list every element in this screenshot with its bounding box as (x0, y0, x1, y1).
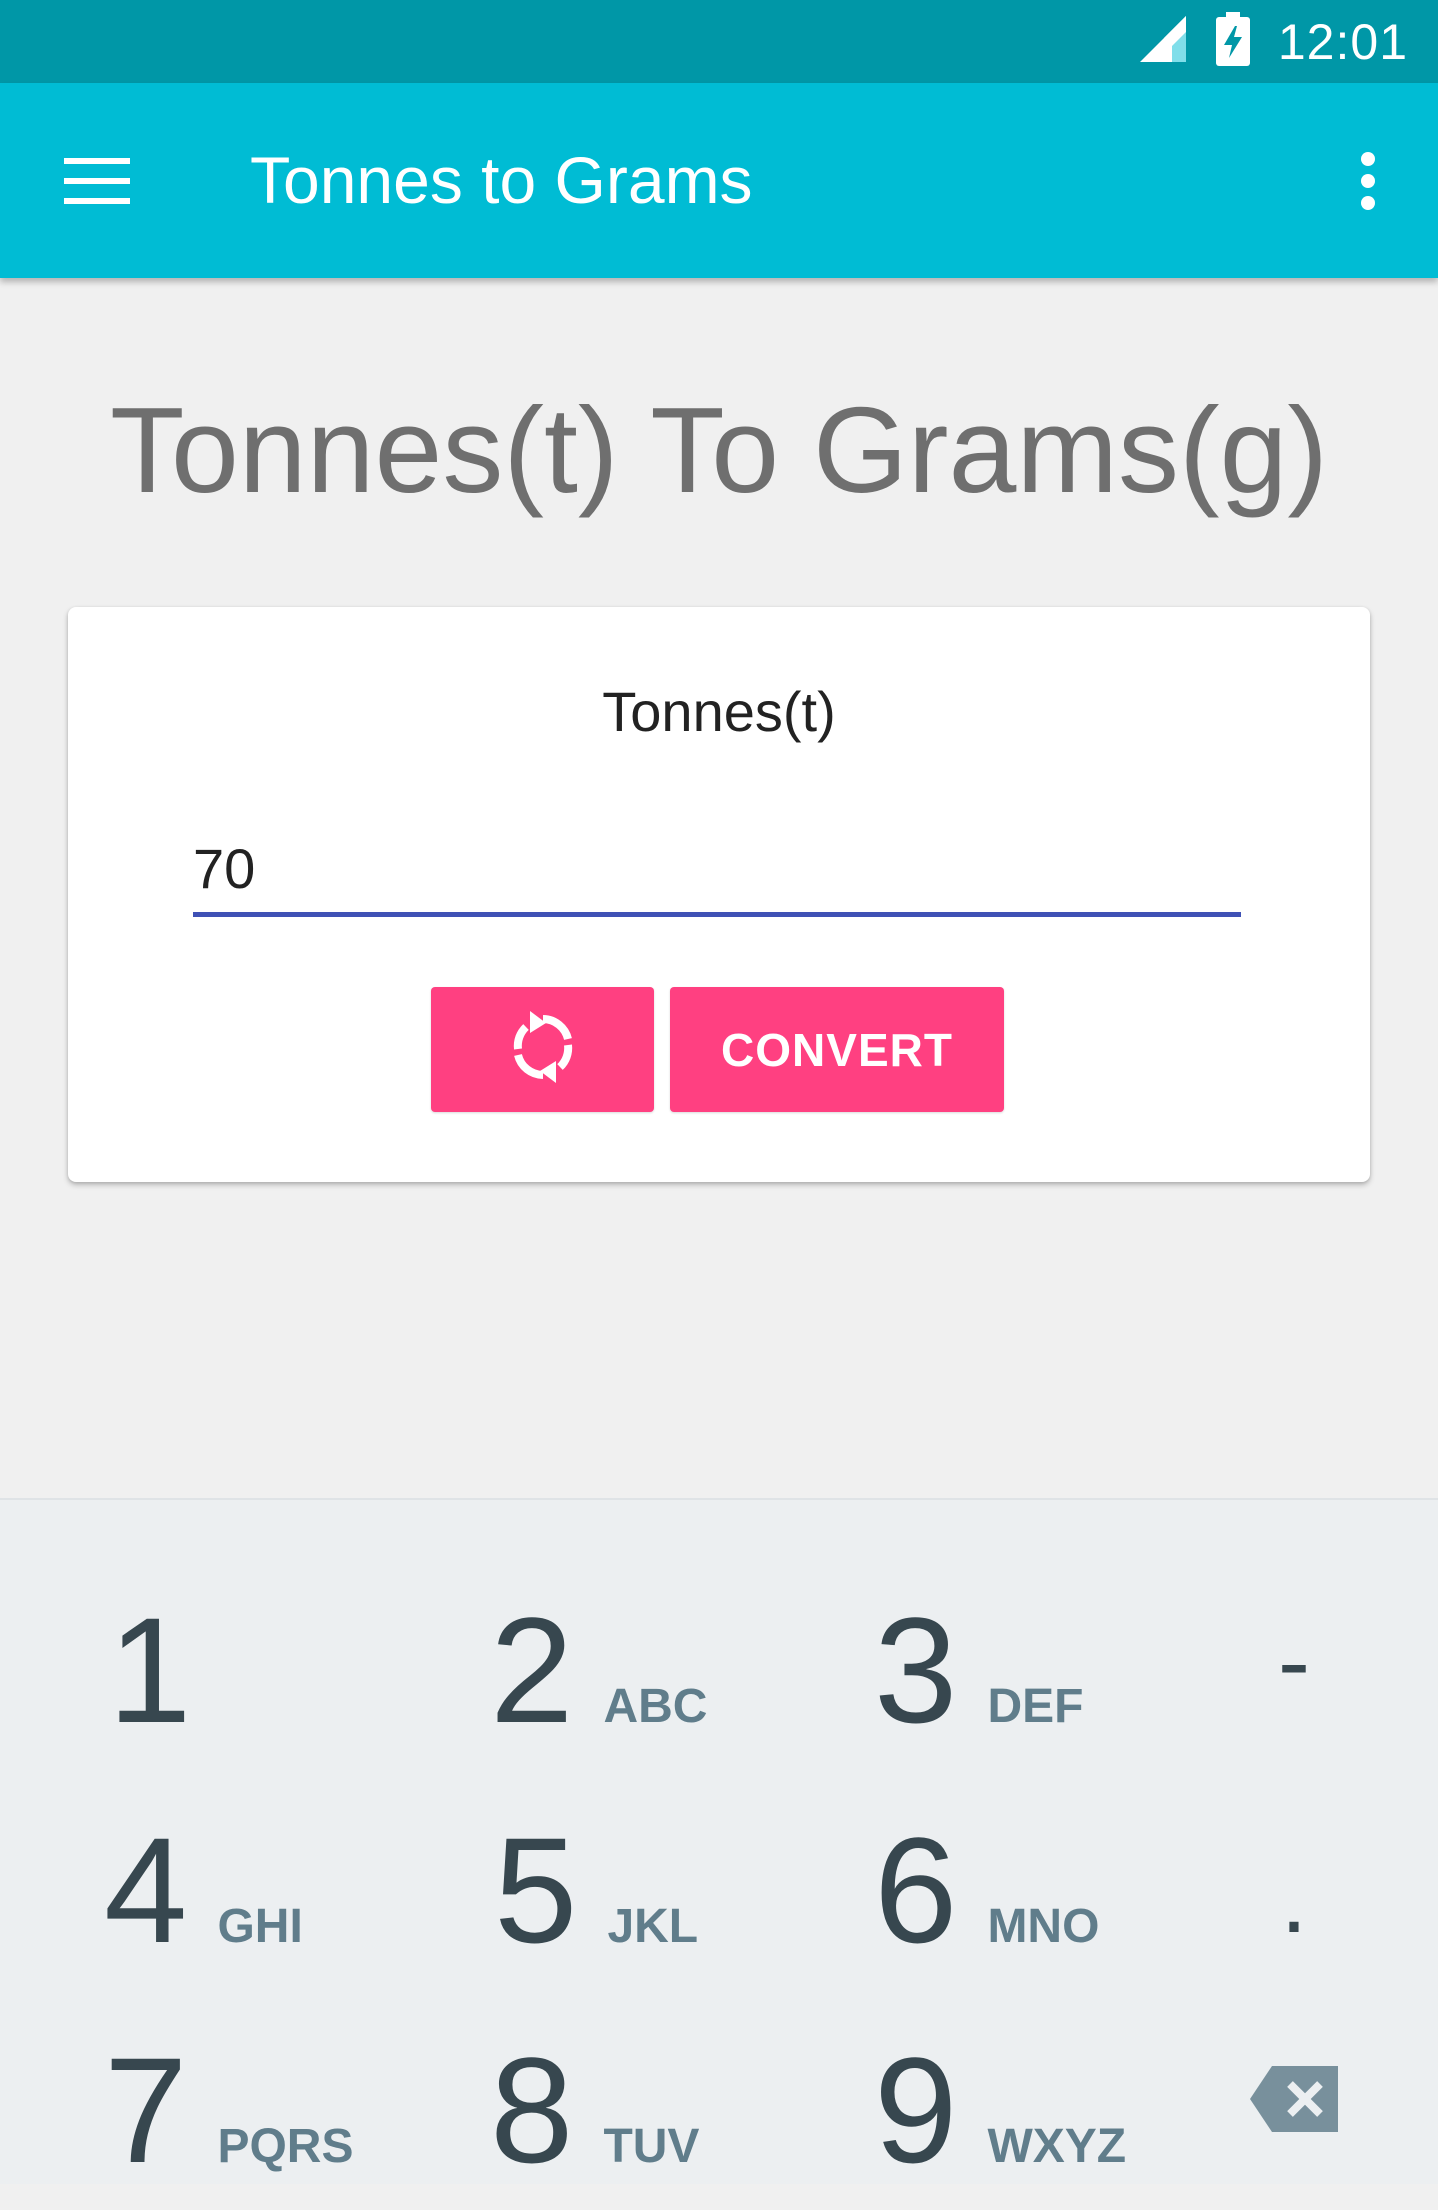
key-dot[interactable]: . (1234, 1800, 1354, 2000)
key-digit: 2 (490, 1586, 574, 1754)
key-8[interactable]: 8 TUV (490, 2010, 699, 2210)
key-digit: 8 (490, 2026, 574, 2194)
numeric-keyboard: 1 2 ABC 3 DEF - 4 GHI 5 JKL 6 MNO . 7 PQ… (0, 1498, 1438, 2194)
status-icons: 12:01 (1138, 0, 1408, 83)
input-label: Tonnes(t) (602, 680, 836, 743)
key-letters: PQRS (217, 2120, 354, 2173)
backspace-key[interactable] (1234, 2000, 1354, 2200)
app-title: Tonnes to Grams (250, 143, 753, 217)
key-digit: 1 (108, 1586, 192, 1754)
status-bar: 12:01 (0, 0, 1438, 83)
convert-button[interactable]: CONVERT (670, 987, 1004, 1112)
key-letters: DEF (987, 1680, 1084, 1733)
key-letters: JKL (607, 1900, 699, 1953)
key-5[interactable]: 5 JKL (494, 1790, 698, 1990)
key-digit: 4 (104, 1806, 188, 1974)
signal-icon (1138, 14, 1188, 69)
more-vert-icon[interactable] (1338, 145, 1398, 217)
key-digit: 9 (874, 2026, 958, 2194)
key-6[interactable]: 6 MNO (874, 1790, 1099, 1990)
status-time: 12:01 (1277, 13, 1408, 70)
key-letters: WXYZ (987, 2120, 1127, 2173)
key-digit: 7 (104, 2026, 188, 2194)
key-letters: ABC (603, 1680, 708, 1733)
key-1[interactable]: 1 (108, 1570, 191, 1770)
key-digit: 5 (494, 1806, 578, 1974)
key-3[interactable]: 3 DEF (874, 1570, 1083, 1770)
swap-button[interactable] (431, 987, 654, 1112)
key-9[interactable]: 9 WXYZ (874, 2010, 1126, 2210)
battery-charging-icon (1215, 12, 1250, 71)
key-2[interactable]: 2 ABC (490, 1570, 707, 1770)
swap-refresh-icon (510, 1009, 576, 1090)
key-letters: TUV (603, 2120, 700, 2173)
key-minus[interactable]: - (1234, 1562, 1354, 1762)
app-bar: Tonnes to Grams (0, 83, 1438, 278)
key-4[interactable]: 4 GHI (104, 1790, 303, 1990)
converter-card: Tonnes(t) CONVERT (68, 607, 1370, 1182)
backspace-icon (1250, 2045, 1338, 2155)
key-digit: 6 (874, 1806, 958, 1974)
hamburger-menu-icon[interactable] (52, 145, 142, 217)
key-letters: GHI (217, 1900, 303, 1953)
key-digit: 3 (874, 1586, 958, 1754)
tonnes-input[interactable] (193, 825, 1241, 917)
key-letters: MNO (987, 1900, 1100, 1953)
key-7[interactable]: 7 PQRS (104, 2010, 353, 2210)
page-heading: Tonnes(t) To Grams(g) (109, 382, 1329, 518)
